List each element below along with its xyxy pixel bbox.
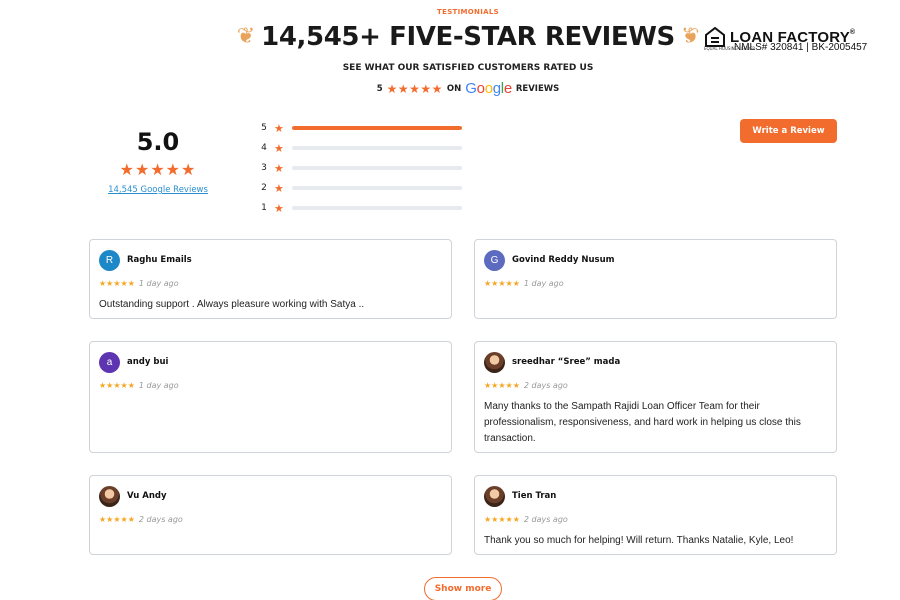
review-stars: ★★★★★ [99,381,135,390]
review-text: Outstanding support . Always pleasure wo… [99,299,365,310]
star-icon: ★ [274,181,284,195]
review-stars: ★★★★★ [99,279,135,288]
brand-logo[interactable]: LOAN FACTORY® NMLS# 320841 | BK-2005457 … [704,26,894,53]
avatar [484,351,505,373]
distribution-bar-track [292,146,462,150]
review-card[interactable]: G Govind Reddy Nusum ★★★★★ 1 day ago [474,239,837,319]
distribution-row: 5 ★ [260,118,470,138]
rated-number: 5 [376,83,383,94]
reviewer-name: Govind Reddy Nusum [512,255,615,265]
rated-stars: ★★★★★ [386,81,443,96]
review-card[interactable]: R Raghu Emails ★★★★★ 1 day ago Outstanding s… [89,239,452,319]
avatar: G [484,249,505,271]
review-date: 1 day ago [138,279,179,288]
review-date: 2 days ago [523,515,568,524]
review-card[interactable]: a andy bui ★★★★★ 1 day ago [89,341,452,453]
google-reviews-link[interactable]: 14,545 Google Reviews [96,185,220,195]
star-icon: ★ [274,161,284,175]
rating-distribution: 5 ★ 4 ★ 3 ★ 2 ★ 1 ★ [260,118,470,218]
review-stars: ★★★★★ [99,515,135,524]
section-eyebrow: TESTIMONIALS [437,8,499,16]
review-card[interactable]: Tien Tran ★★★★★ 2 days ago Thank you so muc… [474,475,837,555]
star-icon: ★ [274,121,284,135]
rated-on: ON [446,83,462,94]
review-stars: ★★★★★ [484,515,520,524]
review-date: 1 day ago [523,279,564,288]
reviewer-name: Vu Andy [127,491,167,501]
review-card[interactable]: Vu Andy ★★★★★ 2 days ago [89,475,452,555]
review-stars: ★★★★★ [484,279,520,288]
review-header: a andy bui [99,351,442,373]
rating-summary: 5.0 ★★★★★ 14,545 Google Reviews [96,128,220,195]
distribution-bar-track [292,206,462,210]
laurel-left-icon: ❦ [236,24,256,49]
avatar [484,485,505,507]
reviewer-name: Tien Tran [512,491,557,501]
average-score: 5.0 [136,128,180,156]
distribution-label: 5 [261,123,267,133]
avatar: a [99,351,120,373]
lender-text: EQUAL HOUSING LENDER [704,46,756,51]
avatar [99,485,120,507]
review-text: Many thanks to the Sampath Rajidi Loan O… [484,401,801,444]
reviewer-name: Raghu Emails [127,255,192,265]
page-title: 14,545+ FIVE-STAR REVIEWS [261,22,675,52]
distribution-row: 4 ★ [260,138,470,158]
summary-stars: ★★★★★ [119,160,197,179]
review-date: 2 days ago [523,381,568,390]
distribution-label: 3 [261,163,267,173]
review-header: Vu Andy [99,485,442,507]
distribution-row: 3 ★ [260,158,470,178]
show-more-button[interactable]: Show more [424,577,502,600]
distribution-label: 1 [261,203,267,213]
avatar: R [99,249,120,271]
reviewer-name: sreedhar “Sree” mada [512,357,621,367]
distribution-row: 1 ★ [260,198,470,218]
review-meta: ★★★★★ 1 day ago [484,279,827,288]
equal-housing-icon [705,26,725,47]
write-review-button[interactable]: Write a Review [740,119,837,143]
review-stars: ★★★★★ [484,381,520,390]
review-header: Tien Tran [484,485,827,507]
review-date: 1 day ago [138,381,179,390]
google-logo: Google [465,80,512,97]
laurel-right-icon: ❦ [680,24,700,49]
review-text: Thank you so much for helping! Will retu… [484,535,794,546]
distribution-label: 2 [261,183,267,193]
distribution-bar-track [292,166,462,170]
review-card[interactable]: sreedhar “Sree” mada ★★★★★ 2 days ago Many … [474,341,837,453]
distribution-label: 4 [261,143,267,153]
reviewer-name: andy bui [127,357,169,367]
review-header: G Govind Reddy Nusum [484,249,827,271]
star-icon: ★ [274,201,284,215]
rated-row: 5 ★★★★★ ON Google REVIEWS [0,80,900,97]
review-header: sreedhar “Sree” mada [484,351,827,373]
review-meta: ★★★★★ 1 day ago [99,381,442,390]
star-icon: ★ [274,141,284,155]
review-meta: ★★★★★ 1 day ago [99,279,442,288]
review-date: 2 days ago [138,515,183,524]
distribution-bar-track [292,126,462,130]
review-meta: ★★★★★ 2 days ago [484,515,827,524]
distribution-bar-fill [292,126,462,130]
review-meta: ★★★★★ 2 days ago [484,381,827,390]
distribution-bar-track [292,186,462,190]
review-header: R Raghu Emails [99,249,442,271]
section-subtitle: SEE WHAT OUR SATISFIED CUSTOMERS RATED U… [342,63,594,73]
distribution-row: 2 ★ [260,178,470,198]
rated-suffix: REVIEWS [515,83,560,94]
review-meta: ★★★★★ 2 days ago [99,515,442,524]
